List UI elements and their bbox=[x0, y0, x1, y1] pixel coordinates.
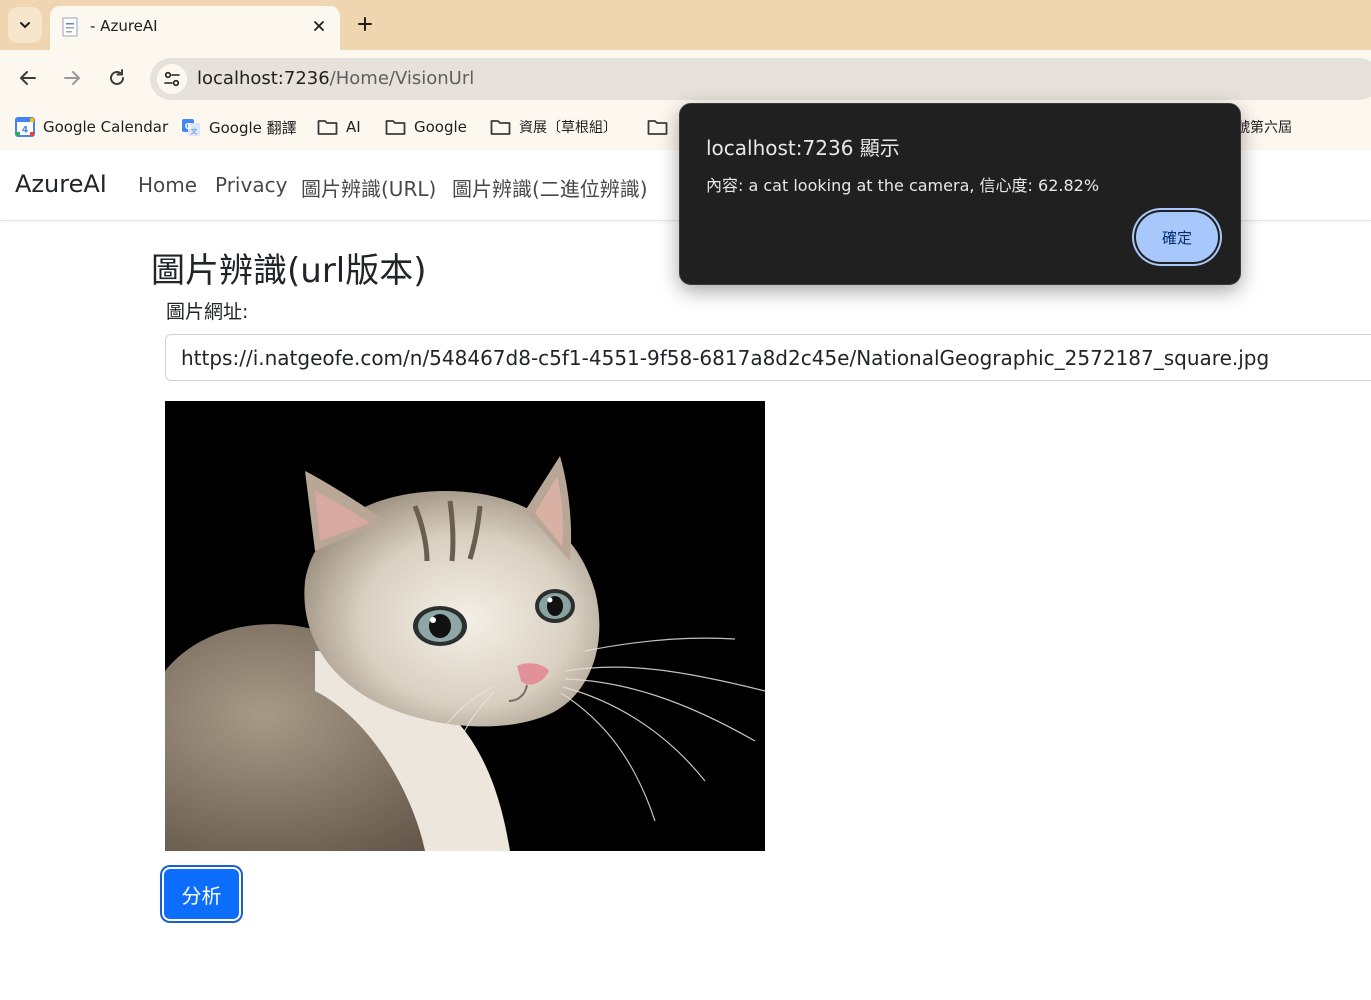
close-icon bbox=[314, 21, 324, 31]
site-info-button[interactable] bbox=[157, 64, 187, 94]
analyze-button[interactable]: 分析 bbox=[164, 869, 239, 919]
nav-link-vision-binary[interactable]: 圖片辨識(二進位辨識) bbox=[452, 173, 648, 202]
navbar-brand[interactable]: AzureAI bbox=[15, 170, 107, 198]
image-url-label: 圖片網址: bbox=[166, 301, 249, 323]
chevron-down-icon bbox=[20, 22, 30, 29]
back-button[interactable] bbox=[13, 63, 43, 93]
forward-button[interactable] bbox=[57, 63, 87, 93]
alert-ok-button[interactable]: 確定 bbox=[1136, 212, 1218, 262]
bookmark-label: AI bbox=[346, 118, 361, 136]
bookmark-folder-hidden[interactable] bbox=[647, 116, 676, 138]
tab-strip: - AzureAI bbox=[0, 0, 1371, 50]
bookmark-label: 資展〔草根組〕 bbox=[519, 120, 617, 136]
alert-message: 內容: a cat looking at the camera, 信心度: 62… bbox=[706, 176, 1100, 195]
browser-toolbar: localhost:7236/Home/VisionUrl bbox=[0, 50, 1371, 106]
url-host: localhost:7236 bbox=[197, 68, 330, 89]
tab-search-button[interactable] bbox=[8, 7, 42, 43]
bookmark-label: 號第六屆 bbox=[1236, 120, 1292, 136]
bookmark-folder-zizhan[interactable]: 資展〔草根組〕 bbox=[490, 116, 617, 138]
folder-icon bbox=[647, 120, 668, 135]
document-icon bbox=[62, 17, 78, 37]
alert-dialog: localhost:7236 顯示 內容: a cat looking at t… bbox=[679, 103, 1241, 285]
arrow-right-icon bbox=[64, 71, 80, 85]
nav-link-home[interactable]: Home bbox=[138, 173, 197, 197]
translate-icon: G 文 bbox=[182, 119, 200, 136]
bookmark-label: Google bbox=[414, 118, 467, 136]
svg-text:4: 4 bbox=[22, 126, 28, 136]
folder-icon bbox=[317, 120, 338, 135]
bookmark-label: Google 翻譯 bbox=[209, 118, 297, 137]
folder-icon bbox=[385, 120, 406, 135]
address-bar[interactable]: localhost:7236/Home/VisionUrl bbox=[150, 58, 1371, 100]
url-text: localhost:7236/Home/VisionUrl bbox=[197, 68, 474, 89]
bookmark-google-translate[interactable]: G 文 Google 翻譯 bbox=[181, 116, 297, 138]
cat-image bbox=[165, 401, 766, 851]
close-tab-button[interactable] bbox=[308, 15, 330, 37]
calendar-icon: 4 bbox=[15, 117, 35, 137]
reload-button[interactable] bbox=[102, 63, 132, 93]
url-path: /Home/VisionUrl bbox=[329, 68, 475, 89]
browser-tab[interactable]: - AzureAI bbox=[50, 6, 340, 50]
cat-illustration bbox=[165, 401, 766, 851]
plus-icon bbox=[358, 17, 372, 31]
image-url-input[interactable] bbox=[165, 334, 1371, 381]
alert-title: localhost:7236 顯示 bbox=[706, 136, 900, 160]
nav-link-vision-url[interactable]: 圖片辨識(URL) bbox=[301, 173, 436, 202]
reload-icon bbox=[110, 69, 124, 85]
tab-title: - AzureAI bbox=[90, 17, 158, 35]
bookmark-google-calendar[interactable]: 4 Google Calendar bbox=[15, 116, 168, 138]
bookmark-folder-ai[interactable]: AI bbox=[317, 116, 361, 138]
tune-icon bbox=[164, 71, 180, 87]
new-tab-button[interactable] bbox=[352, 11, 378, 37]
nav-link-privacy[interactable]: Privacy bbox=[215, 173, 287, 197]
bookmark-label: Google Calendar bbox=[43, 118, 169, 136]
folder-icon bbox=[490, 120, 511, 135]
bookmark-folder-google[interactable]: Google bbox=[385, 116, 467, 138]
arrow-left-icon bbox=[20, 71, 36, 85]
svg-text:文: 文 bbox=[191, 127, 198, 136]
page-title: 圖片辨識(url版本) bbox=[151, 251, 427, 291]
bookmark-partial[interactable]: 號第六屆 bbox=[1236, 116, 1292, 138]
